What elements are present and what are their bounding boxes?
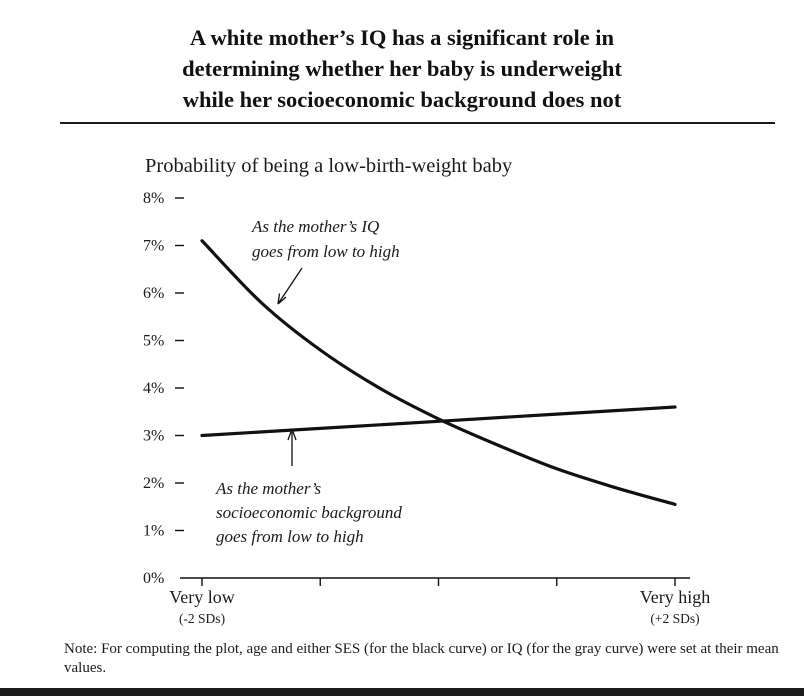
y-tick-label: 7% <box>143 238 164 255</box>
series-layer <box>200 239 677 506</box>
ses-line <box>200 405 677 438</box>
x-tick-label: Very low <box>169 587 235 607</box>
ses-annotation-line-3: goes from low to high <box>216 527 364 546</box>
y-tick-label: 3% <box>143 428 164 445</box>
ses-annotation-line-2: socioeconomic background <box>216 503 402 522</box>
x-tick-label: Very high <box>640 587 711 607</box>
y-tick-label: 6% <box>143 285 164 302</box>
x-axis: Very low (-2 SDs) Very high (+2 SDs) <box>169 577 711 626</box>
iq-annotation-arrow <box>277 267 303 305</box>
y-tick-label: 0% <box>143 570 164 587</box>
y-tick-label: 8% <box>143 190 164 207</box>
footnote: Note: For computing the plot, age and ei… <box>64 641 779 676</box>
y-tick-label: 2% <box>143 475 164 492</box>
iq-annotation-line-1: As the mother’s IQ <box>251 217 379 236</box>
y-axis: 0% 1% 2% 3% 4% 5% 6% 7% 8% <box>143 190 184 587</box>
y-tick-label: 5% <box>143 333 164 350</box>
bottom-border <box>0 688 804 696</box>
x-tick-sublabel: (-2 SDs) <box>179 611 225 626</box>
y-tick-label: 1% <box>143 523 164 540</box>
annotation-layer: As the mother’s IQ goes from low to high… <box>215 217 402 546</box>
line-chart: Probability of being a low-birth-weight … <box>143 155 711 626</box>
ses-annotation-line-1: As the mother’s <box>215 479 322 498</box>
chart-subtitle: Probability of being a low-birth-weight … <box>145 155 513 177</box>
x-tick-sublabel: (+2 SDs) <box>650 611 699 626</box>
iq-curve <box>200 239 677 506</box>
iq-annotation-line-2: goes from low to high <box>252 242 400 261</box>
y-tick-label: 4% <box>143 380 164 397</box>
